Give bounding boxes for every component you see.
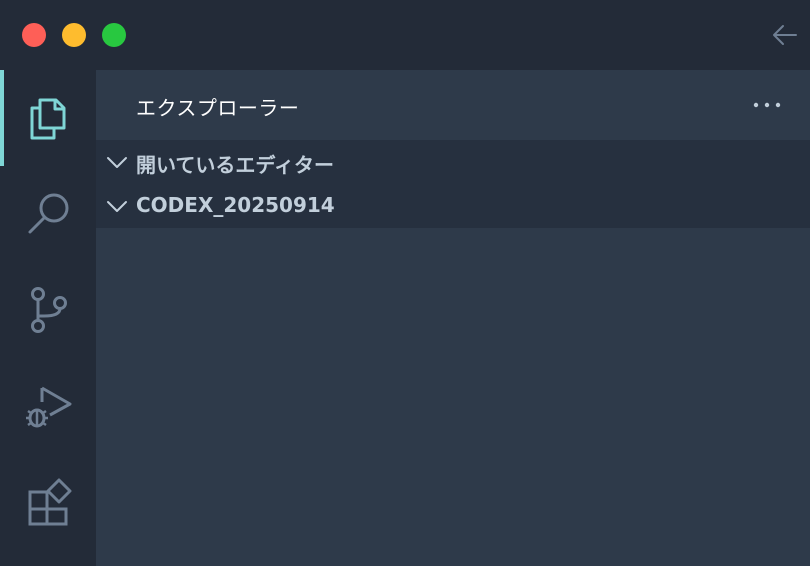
activity-search[interactable] (0, 166, 96, 262)
activity-run-debug[interactable] (0, 358, 96, 454)
arrow-left-icon (773, 25, 797, 45)
minimize-window-button[interactable] (62, 23, 86, 47)
sidebar-title: エクスプローラー (136, 96, 300, 120)
active-indicator (0, 70, 4, 166)
section-open-editors[interactable]: 開いているエディター (96, 140, 810, 184)
more-actions-button[interactable] (752, 96, 782, 114)
activity-explorer[interactable] (0, 70, 96, 166)
activity-bar (0, 70, 96, 566)
chevron-down-icon (107, 201, 127, 212)
back-button[interactable] (770, 20, 800, 50)
source-control-icon (31, 287, 67, 333)
extensions-icon (28, 478, 72, 526)
activity-source-control[interactable] (0, 262, 96, 358)
sidebar-header: エクスプローラー (96, 70, 810, 140)
title-bar (0, 0, 810, 70)
editor-window: エクスプローラー 開いているエディター CODEX_20250914 (0, 0, 810, 566)
run-debug-icon (26, 386, 72, 428)
section-label: CODEX_20250914 (136, 193, 335, 217)
explorer-icon (30, 98, 66, 140)
section-workspace-folder[interactable]: CODEX_20250914 (96, 184, 810, 228)
activity-extensions[interactable] (0, 454, 96, 550)
close-window-button[interactable] (22, 23, 46, 47)
search-icon (28, 193, 69, 234)
maximize-window-button[interactable] (102, 23, 126, 47)
section-label: 開いているエディター (136, 153, 334, 177)
chevron-down-icon (107, 157, 127, 168)
ellipsis-icon (753, 102, 781, 108)
explorer-sidebar: エクスプローラー 開いているエディター CODEX_20250914 (96, 70, 810, 566)
